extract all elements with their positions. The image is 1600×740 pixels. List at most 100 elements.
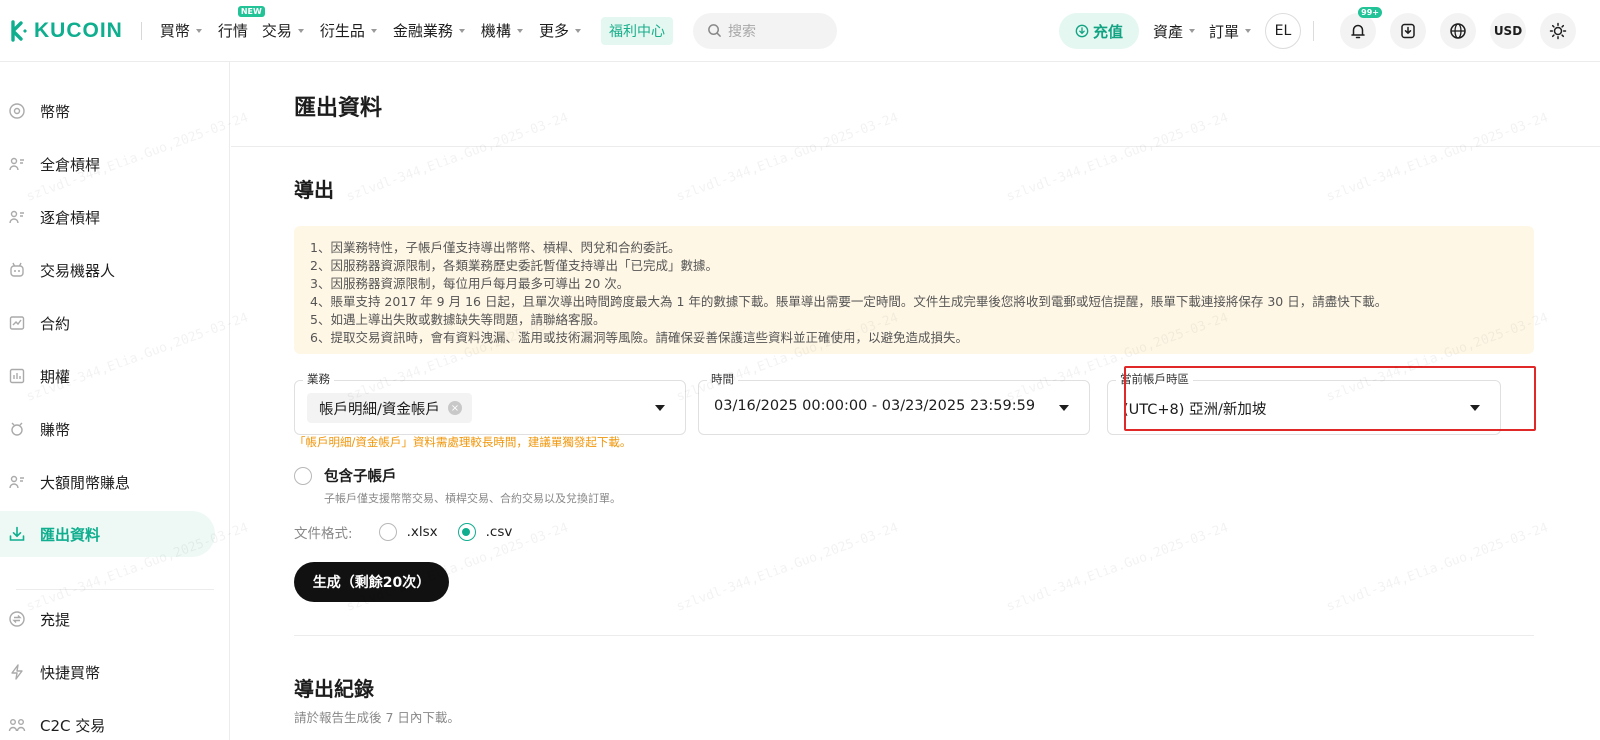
sidebar-item-label: C2C 交易 [40, 716, 106, 735]
robot-icon [8, 261, 26, 279]
subaccount-hint: 子帳戶僅支援幣幣交易、槓桿交易、合約交易以及兌換訂單。 [324, 492, 621, 505]
sidebar-item-label: 充提 [40, 610, 71, 629]
chevron-down-icon [1188, 29, 1195, 33]
sidebar-item-deposit-withdraw[interactable]: 充提 [0, 596, 215, 642]
chevron-down-icon [574, 28, 581, 33]
include-subaccount-radio[interactable] [294, 466, 312, 485]
sidebar-item-futures[interactable]: 合約 [0, 300, 215, 346]
export-section-title: 導出 [294, 178, 334, 202]
deposit-button[interactable]: 充值 [1058, 13, 1139, 49]
timezone-select[interactable]: 當前帳戶時區 (UTC+8) 亞洲/新加坡 [1107, 371, 1501, 435]
main-nav: 買幣 行情 NEW 交易 衍生品 金融業務 機構 更多 福利中心 搜索 [160, 0, 837, 62]
download-icon [1401, 23, 1415, 39]
format-option-csv[interactable]: .csv [457, 523, 512, 541]
sidebar-item-c2c[interactable]: C2C 交易 [0, 702, 215, 740]
format-option-xlsx[interactable]: .xlsx [378, 523, 438, 541]
orders-label: 訂單 [1208, 22, 1239, 41]
search-box[interactable]: 搜索 [692, 12, 837, 49]
sidebar-item-spot[interactable]: 幣幣 [0, 88, 215, 134]
futures-icon [8, 314, 26, 332]
language-button[interactable] [1440, 13, 1476, 49]
chevron-down-icon [297, 28, 304, 33]
kucoin-logo[interactable]: KUCOIN [4, 0, 123, 62]
time-range-select[interactable]: 時間 03/16/2025 00:00:00 - 03/23/2025 23:5… [698, 371, 1090, 435]
fast-buy-icon [8, 663, 26, 681]
sidebar-item-label: 幣幣 [40, 102, 71, 121]
sidebar-item-earn[interactable]: 賺幣 [0, 406, 215, 452]
nav-more[interactable]: 更多 [539, 20, 581, 41]
timezone-value: (UTC+8) 亞洲/新加坡 [1123, 402, 1267, 418]
sidebar-item-export-data[interactable]: 匯出資料 [0, 511, 215, 557]
download-app-button[interactable] [1390, 13, 1426, 49]
nav-institutional[interactable]: 機構 [481, 20, 523, 41]
generate-button[interactable]: 生成（剩餘20次） [294, 562, 449, 602]
csv-radio[interactable] [457, 523, 476, 541]
sidebar-item-options[interactable]: 期權 [0, 353, 215, 399]
sun-icon [1549, 22, 1567, 40]
deposit-icon [1075, 24, 1089, 38]
assets-menu[interactable]: 資產 [1153, 21, 1195, 42]
kucoin-logo-icon [11, 19, 27, 42]
nav-label: 交易 [261, 22, 292, 40]
page-title: 匯出資料 [294, 96, 383, 121]
bell-icon [1351, 24, 1365, 39]
sidebar-item-label: 逐倉槓桿 [40, 208, 101, 227]
sidebar: 幣幣 全倉槓桿 逐倉槓桿 交易機器人 合約 期權 賺幣 大額閒幣賺息 匯出資料 … [0, 62, 230, 740]
chevron-down-icon [458, 28, 465, 33]
export-records-hint: 請於報告生成後 7 日內下載。 [294, 710, 460, 725]
nav-label: 行情 [217, 22, 248, 40]
nav-finance[interactable]: 金融業務 [393, 20, 465, 41]
notice-line: 2、因服務器資源限制，各類業務歷史委託暫僅支持導出「已完成」數據。 [310, 258, 718, 273]
include-subaccount-option[interactable]: 包含子帳戶 [294, 465, 397, 486]
nav-buy-crypto[interactable]: 買幣 [160, 20, 202, 41]
isolated-margin-icon [8, 208, 26, 226]
nav-markets[interactable]: 行情 NEW [217, 6, 265, 41]
sidebar-item-fast-buy[interactable]: 快捷買幣 [0, 649, 215, 695]
dropdown-arrow-icon [655, 405, 665, 411]
dropdown-arrow-icon [1470, 405, 1480, 411]
file-format-label: 文件格式: [294, 526, 353, 542]
time-range-value: 03/16/2025 00:00:00 - 03/23/2025 23:59:5… [714, 398, 1036, 414]
sidebar-item-label: 期權 [40, 367, 71, 386]
search-placeholder: 搜索 [727, 23, 756, 40]
sidebar-item-label: 交易機器人 [40, 261, 116, 280]
deposit-label: 充值 [1092, 22, 1123, 41]
notifications-button[interactable]: 99+ [1340, 7, 1382, 49]
nav-derivatives[interactable]: 衍生品 [320, 20, 377, 41]
file-format-row: 文件格式: .xlsx .csv [294, 522, 532, 542]
sidebar-item-trading-bot[interactable]: 交易機器人 [0, 247, 215, 293]
notification-count-badge: 99+ [1358, 7, 1382, 18]
avatar[interactable]: EL [1265, 13, 1301, 49]
coin-icon [8, 102, 26, 120]
deposit-withdraw-icon [8, 610, 26, 628]
orders-menu[interactable]: 訂單 [1209, 21, 1251, 42]
nav-label: 機構 [480, 22, 511, 40]
business-warning-text: 「帳戶明細/資金帳戶」資料需處理較長時間，建議單獨發起下載。 [294, 435, 632, 449]
sidebar-item-label: 賺幣 [40, 420, 71, 439]
sidebar-item-cross-margin[interactable]: 全倉槓桿 [0, 141, 215, 187]
sidebar-item-label: 快捷買幣 [40, 663, 101, 682]
business-tag: 帳戶明細/資金帳戶 × [307, 393, 472, 423]
options-icon [8, 367, 26, 385]
currency-button[interactable]: USD [1490, 13, 1526, 49]
sidebar-item-label: 匯出資料 [40, 525, 101, 544]
nav-label: 買幣 [159, 22, 190, 40]
xlsx-radio[interactable] [378, 523, 397, 541]
sidebar-item-vip-earn[interactable]: 大額閒幣賺息 [0, 459, 215, 505]
chevron-down-icon [195, 28, 202, 33]
section-divider [294, 635, 1534, 636]
header-right: 充值 資產 訂單 EL 99+ USD [1058, 0, 1600, 62]
earn-icon [8, 420, 26, 438]
notice-line: 6、提取交易資訊時，會有資料洩漏、濫用或技術漏洞等風險。請確保妥善保護這些資料並… [310, 330, 968, 345]
theme-toggle-button[interactable] [1540, 13, 1576, 49]
include-subaccount-label: 包含子帳戶 [324, 469, 397, 485]
clear-icon[interactable]: × [447, 401, 462, 415]
logo-text: KUCOIN [34, 18, 123, 42]
nav-trade[interactable]: 交易 [262, 20, 304, 41]
nav-label: 衍生品 [319, 22, 365, 40]
sidebar-item-label: 全倉槓桿 [40, 155, 101, 174]
nav-label: 金融業務 [392, 22, 453, 40]
welfare-center-link[interactable]: 福利中心 [600, 16, 673, 45]
business-select[interactable]: 業務 帳戶明細/資金帳戶 × [294, 371, 686, 435]
sidebar-item-isolated-margin[interactable]: 逐倉槓桿 [0, 194, 215, 240]
